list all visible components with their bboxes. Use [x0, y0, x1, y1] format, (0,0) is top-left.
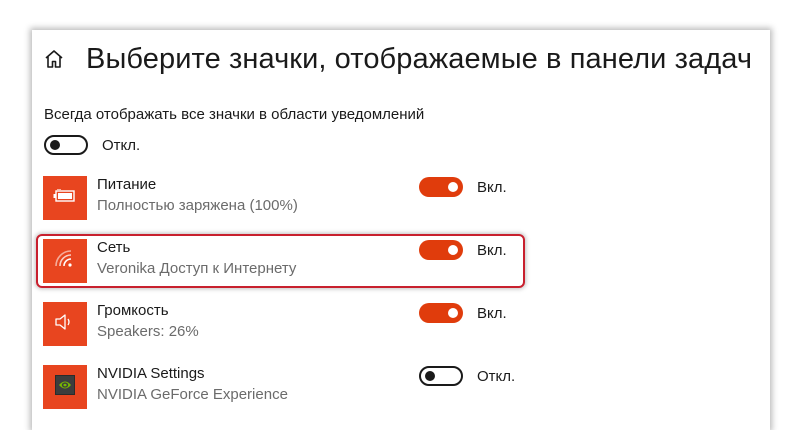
power-tile — [43, 176, 87, 220]
item-title: Сеть — [97, 239, 131, 256]
list-item-nvidia: NVIDIA Settings NVIDIA GeForce Experienc… — [43, 365, 523, 409]
item-subtitle: Полностью заряжена (100%) — [97, 197, 298, 214]
toggle-knob — [448, 182, 458, 192]
item-title: Громкость — [97, 302, 169, 319]
nvidia-toggle[interactable] — [419, 366, 463, 386]
speaker-icon — [54, 313, 76, 336]
list-item-volume: Громкость Speakers: 26% Вкл. — [43, 302, 523, 346]
item-title: Питание — [97, 176, 157, 193]
page-title: Выберите значки, отображаемые в панели з… — [86, 42, 753, 75]
toggle-knob — [425, 371, 435, 381]
volume-toggle[interactable] — [419, 303, 463, 323]
always-show-toggle[interactable] — [44, 135, 88, 155]
item-toggle-group: Вкл. — [419, 303, 507, 323]
item-state: Вкл. — [477, 304, 507, 322]
item-title: NVIDIA Settings — [97, 365, 205, 382]
volume-tile — [43, 302, 87, 346]
settings-panel: Выберите значки, отображаемые в панели з… — [32, 30, 770, 430]
power-toggle[interactable] — [419, 177, 463, 197]
network-toggle[interactable] — [419, 240, 463, 260]
page-header: Выберите значки, отображаемые в панели з… — [43, 38, 752, 80]
always-show-row: Откл. — [44, 134, 140, 156]
list-item-network: Сеть Veronika Доступ к Интернету Вкл. — [43, 239, 523, 283]
item-state: Вкл. — [477, 178, 507, 196]
item-toggle-group: Вкл. — [419, 240, 507, 260]
item-state: Вкл. — [477, 241, 507, 259]
battery-icon — [53, 187, 77, 208]
nvidia-icon — [54, 374, 76, 401]
toggle-knob — [448, 245, 458, 255]
list-item-power: Питание Полностью заряжена (100%) Вкл. — [43, 176, 523, 220]
nvidia-tile — [43, 365, 87, 409]
item-toggle-group: Откл. — [419, 366, 515, 386]
toggle-knob — [448, 308, 458, 318]
wifi-icon — [54, 249, 76, 274]
toggle-knob — [50, 140, 60, 150]
item-subtitle: Speakers: 26% — [97, 323, 199, 340]
always-show-state: Откл. — [102, 136, 141, 154]
item-subtitle: NVIDIA GeForce Experience — [97, 386, 288, 403]
home-icon[interactable] — [43, 48, 65, 70]
network-tile — [43, 239, 87, 283]
item-toggle-group: Вкл. — [419, 177, 507, 197]
always-show-label: Всегда отображать все значки в области у… — [44, 106, 425, 123]
item-subtitle: Veronika Доступ к Интернету — [97, 260, 297, 277]
item-state: Откл. — [477, 367, 516, 385]
